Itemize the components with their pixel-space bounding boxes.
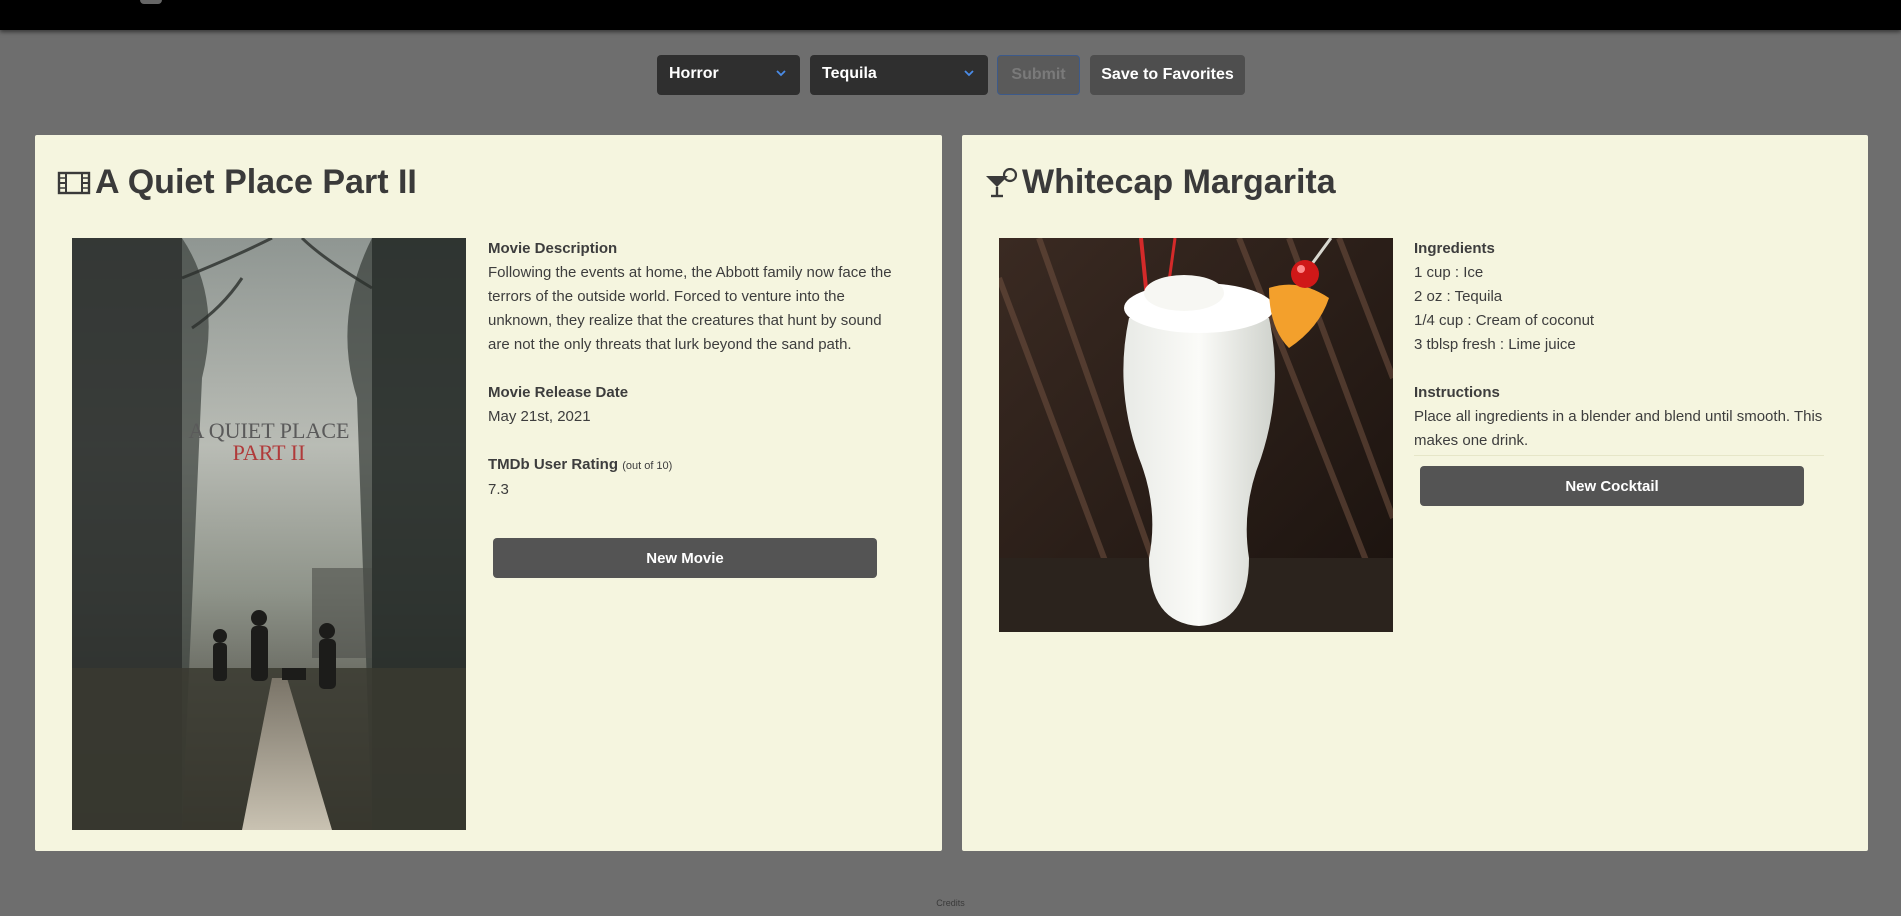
chevron-down-icon [964, 70, 974, 77]
poster-title-line2: PART II [233, 440, 306, 465]
new-cocktail-button[interactable]: New Cocktail [1420, 466, 1804, 506]
ingredient-item: 3 tblsp fresh : Lime juice [1414, 336, 1576, 353]
movie-card: A Quiet Place Part II A QUIET PLACE PART… [35, 135, 942, 851]
footer: Credits [0, 898, 1901, 908]
rating-value: 7.3 [488, 481, 509, 498]
instructions-text: Place all ingredients in a blender and b… [1414, 408, 1823, 449]
movie-info: Movie Description Following the events a… [488, 237, 898, 502]
top-navbar [0, 0, 1901, 30]
cocktail-image [999, 238, 1393, 632]
release-date: May 21st, 2021 [488, 408, 591, 425]
genre-select-value: Horror [669, 65, 719, 82]
cocktail-card: Whitecap Margarita Ingredients 1 cup: I… [962, 135, 1868, 851]
rating-label-row: TMDb User Rating (out of 10) [488, 453, 898, 478]
instructions-label: Instructions [1414, 384, 1500, 401]
spirit-select-value: Tequila [822, 65, 877, 82]
movie-title: A Quiet Place Part II [95, 163, 417, 201]
cocktail-title: Whitecap Margarita [1022, 163, 1336, 201]
divider [1414, 455, 1824, 456]
spirit-select[interactable]: Tequila [810, 55, 988, 95]
movie-description-label: Movie Description [488, 240, 618, 257]
movie-description: Following the events at home, the Abbott… [488, 264, 892, 353]
release-date-label: Movie Release Date [488, 384, 629, 401]
film-icon [57, 171, 91, 194]
movie-poster: A QUIET PLACE PART II [72, 238, 466, 830]
credits-link[interactable]: Credits [936, 898, 965, 908]
filter-controls: Horror Tequila Submit Save to Favorites [0, 55, 1901, 95]
chevron-down-icon [776, 70, 786, 77]
ingredients-label: Ingredients [1414, 240, 1495, 257]
ingredient-item: 1/4 cup : Cream of coconut [1414, 312, 1595, 329]
new-movie-button[interactable]: New Movie [493, 538, 877, 578]
rating-label: TMDb User Rating [488, 456, 619, 473]
save-to-favorites-button[interactable]: Save to Favorites [1090, 55, 1245, 95]
rating-note: (out of 10) [622, 460, 673, 472]
cocktail-info: Ingredients 1 cup : Ice 2 oz : Tequila 1… [1414, 237, 1824, 453]
genre-select[interactable]: Horror [657, 55, 800, 95]
logo [140, 0, 162, 4]
movie-title-heading: A Quiet Place Part II [57, 163, 417, 202]
cocktail-icon [986, 167, 1018, 197]
ingredient-item: 1 cup : Ice [1414, 264, 1484, 281]
cocktail-title-heading: Whitecap Margarita [984, 163, 1336, 202]
ingredient-item: 2 oz : Tequila [1414, 288, 1503, 305]
submit-button[interactable]: Submit [997, 55, 1080, 95]
